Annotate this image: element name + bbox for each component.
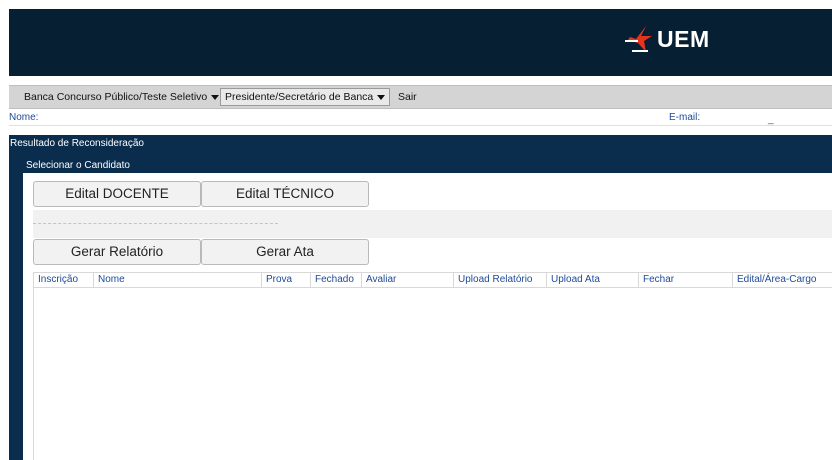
- separator-band: [33, 210, 832, 238]
- gerar-relatorio-button[interactable]: Gerar Relatório: [33, 239, 201, 265]
- menu-presidente-secretario[interactable]: Presidente/Secretário de Banca: [220, 88, 391, 106]
- page-margin: [0, 0, 9, 460]
- panel-title: Resultado de Reconsideração: [10, 138, 144, 149]
- column-upload-ata[interactable]: Upload Ata: [546, 273, 638, 287]
- logo-text: UEM: [657, 25, 710, 52]
- gerar-ata-button[interactable]: Gerar Ata: [201, 239, 369, 265]
- column-inscricao[interactable]: Inscrição: [33, 273, 93, 287]
- column-upload-relatorio[interactable]: Upload Relatório: [453, 273, 546, 287]
- header-spacer: [9, 76, 832, 85]
- email-value: _: [768, 114, 774, 125]
- column-prova[interactable]: Prova: [261, 273, 310, 287]
- column-edital-area-cargo[interactable]: Edital/Área-Cargo: [732, 273, 832, 287]
- caret-down-icon: [377, 94, 386, 100]
- candidate-panel-title: Selecionar o Candidato: [26, 160, 130, 171]
- candidates-table-body: [33, 288, 832, 460]
- column-avaliar[interactable]: Avaliar: [361, 273, 453, 287]
- menu-banca-concurso-label: Banca Concurso Público/Teste Seletivo: [24, 91, 208, 103]
- menu-bar: Banca Concurso Público/Teste Seletivo Pr…: [9, 85, 832, 109]
- app-header: UEM: [9, 9, 832, 76]
- candidates-table-header: Inscrição Nome Prova Fechado Avaliar Upl…: [33, 272, 832, 288]
- menu-presidente-secretario-label: Presidente/Secretário de Banca: [225, 91, 374, 103]
- menu-banca-concurso[interactable]: Banca Concurso Público/Teste Seletivo: [20, 88, 223, 106]
- email-label: E-mail:: [669, 112, 701, 123]
- dashed-divider: [33, 223, 278, 224]
- caret-down-icon: [211, 94, 220, 100]
- user-info-bar: Nome: E-mail: _: [9, 111, 832, 126]
- uem-logo: UEM: [624, 22, 710, 56]
- edital-tecnico-button[interactable]: Edital TÉCNICO: [201, 181, 369, 207]
- menu-sair[interactable]: Sair: [394, 88, 421, 106]
- column-fechado[interactable]: Fechado: [310, 273, 361, 287]
- name-label: Nome:: [9, 112, 39, 123]
- column-fechar[interactable]: Fechar: [638, 273, 732, 287]
- uem-logo-icon: [625, 26, 652, 52]
- column-nome[interactable]: Nome: [93, 273, 261, 287]
- edital-docente-button[interactable]: Edital DOCENTE: [33, 181, 201, 207]
